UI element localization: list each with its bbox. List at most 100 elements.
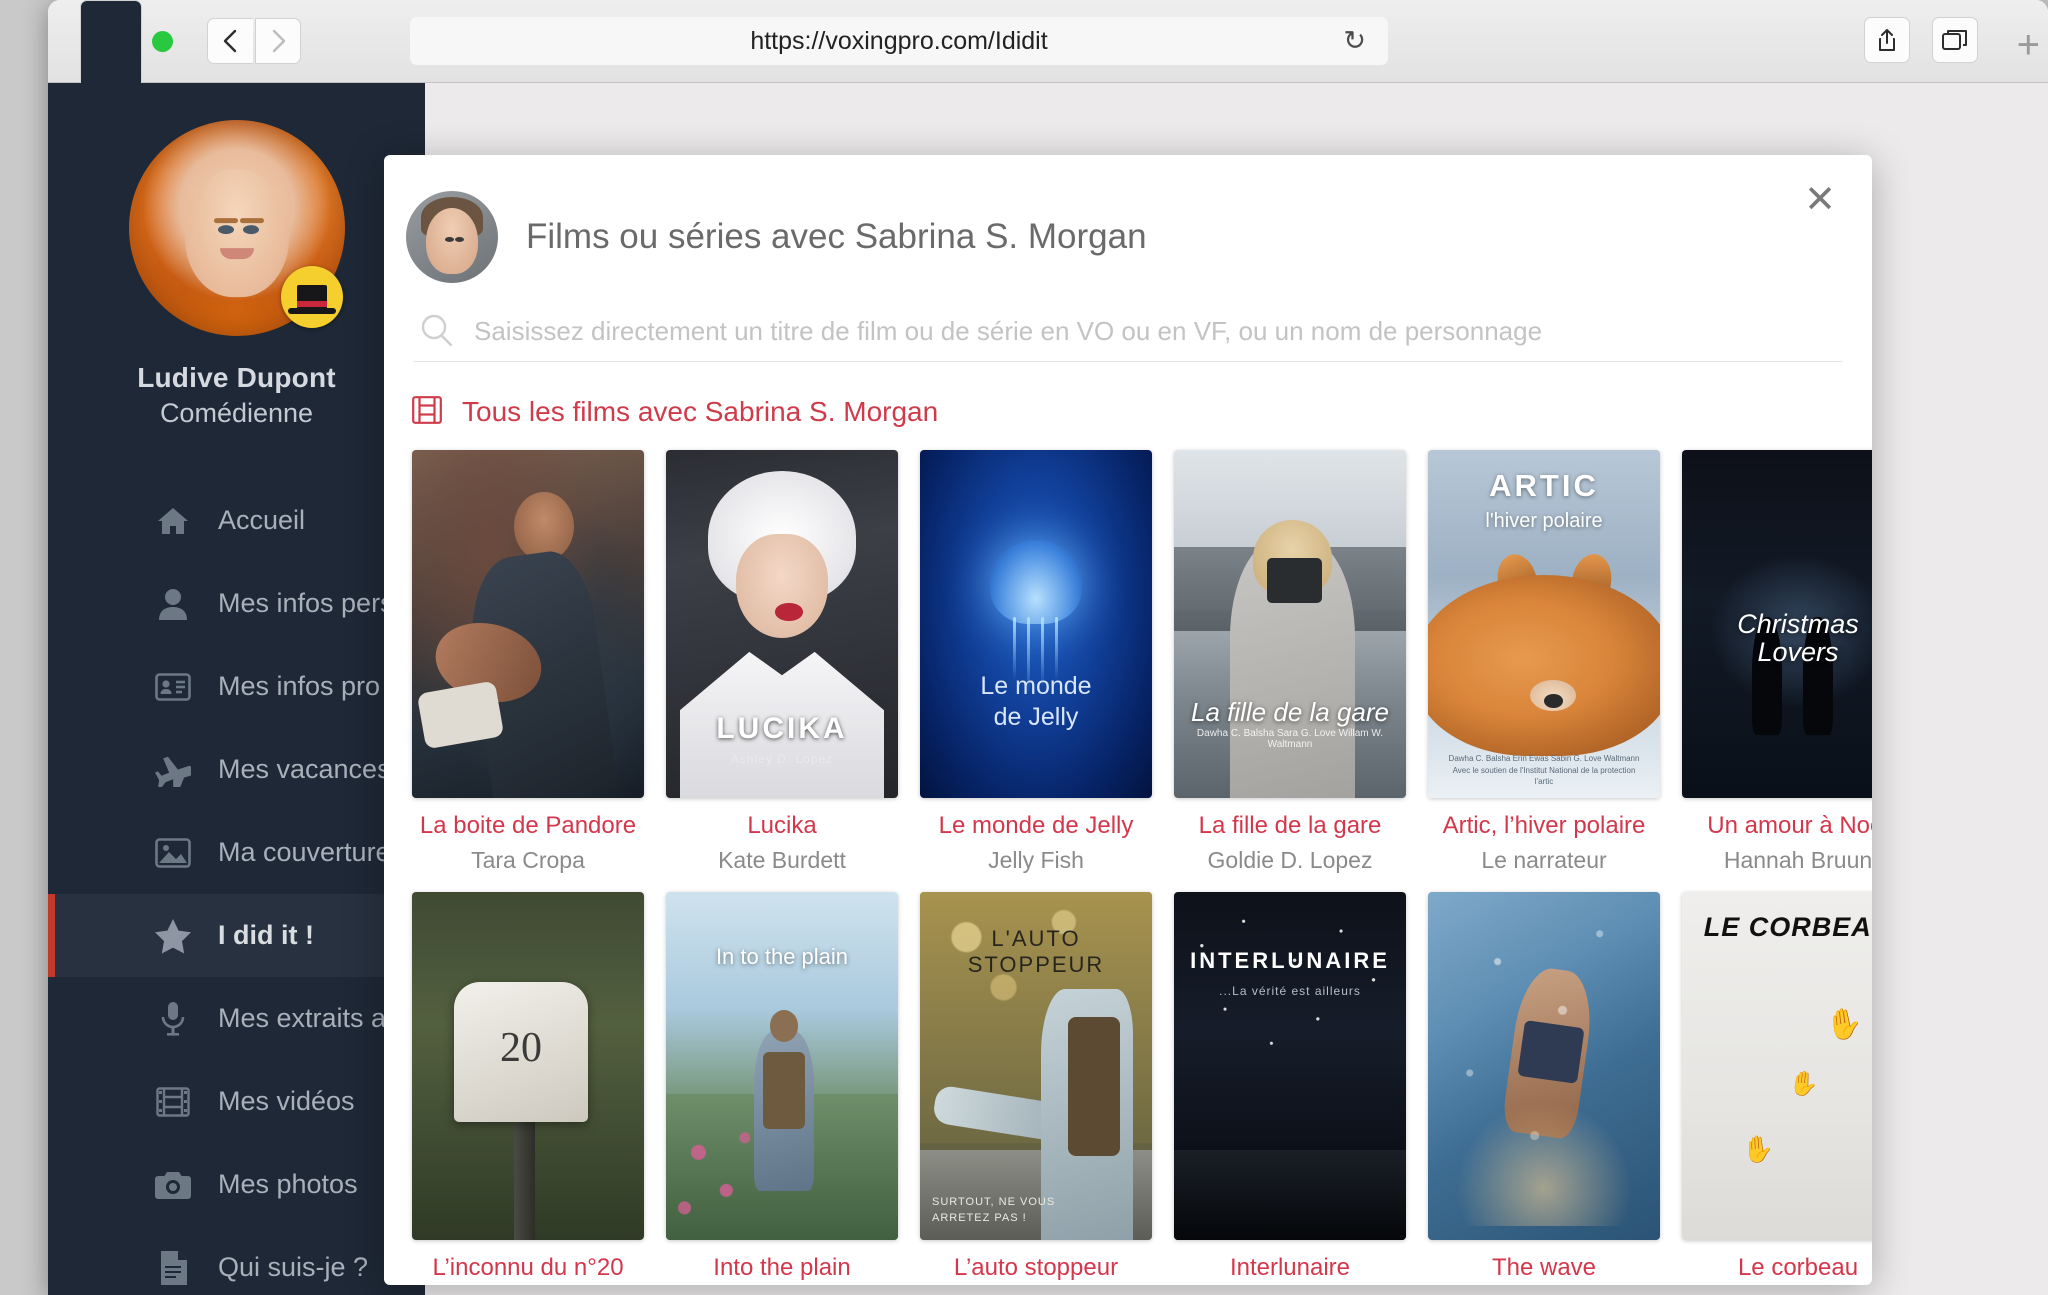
poster-art xyxy=(1428,575,1660,757)
avatar-face xyxy=(184,169,289,298)
search-icon xyxy=(420,313,456,349)
sidebar-item-mes-infos-pro[interactable]: Mes infos pro xyxy=(48,645,425,728)
film-poster[interactable] xyxy=(412,450,644,798)
film-card[interactable]: La boite de Pandore Tara Cropa xyxy=(412,450,644,874)
film-title: Le corbeau xyxy=(1737,1254,1859,1281)
poster-art xyxy=(1174,1149,1406,1240)
profile-role: Comédienne xyxy=(159,398,314,428)
person-avatar xyxy=(406,191,498,283)
avatar-brow-right xyxy=(239,217,264,223)
forward-button[interactable] xyxy=(255,18,301,64)
modal-header: Films ou séries avec Sabrina S. Morgan xyxy=(384,155,1872,283)
film-poster[interactable]: L'AUTO STOPPEUR SURTOUT, NE VOUS ARRETEZ… xyxy=(920,892,1152,1240)
poster-overlay-subtitle: l'hiver polaire xyxy=(1485,510,1603,532)
show-tabs-icon xyxy=(1942,30,1967,50)
film-role: Jelly Fish xyxy=(988,847,1084,873)
film-poster[interactable]: LUCIKA Ashley D. Lopez xyxy=(666,450,898,798)
sidebar-item-accueil[interactable]: Accueil xyxy=(48,479,425,562)
profile-avatar-wrap xyxy=(128,120,345,336)
back-button[interactable] xyxy=(207,18,253,64)
camera-icon xyxy=(152,1164,194,1206)
search-input[interactable] xyxy=(474,315,1842,347)
film-title: Lucika xyxy=(747,812,817,839)
poster-art: 20 xyxy=(453,982,589,1122)
section-title: Tous les films avec Sabrina S. Morgan xyxy=(462,396,939,427)
sidebar-item-ma-couverture[interactable]: Ma couverture xyxy=(48,811,425,894)
crow-icon: ✋ xyxy=(1787,1069,1820,1100)
film-card[interactable]: The wave Savannah Blaxland xyxy=(1428,892,1660,1285)
sidebar-item-mes-extraits-audio[interactable]: Mes extraits audio xyxy=(48,977,437,1060)
poster-overlay-title: LE CORBEAU xyxy=(1703,912,1872,942)
avatar-eye-left xyxy=(444,236,454,242)
film-poster[interactable] xyxy=(1428,892,1660,1240)
film-poster[interactable]: LE CORBEAU ✋ ✋ ✋ xyxy=(1682,892,1872,1240)
film-card[interactable]: In to the plain Into the plain Elle même xyxy=(666,892,898,1285)
poster-art xyxy=(770,1010,799,1042)
film-card[interactable]: Le monde de Jelly Le monde de Jelly Jell… xyxy=(920,450,1152,874)
film-card[interactable]: LE CORBEAU ✋ ✋ ✋ Le corbeau Eden Dibbs xyxy=(1682,892,1872,1285)
chevron-left-icon xyxy=(223,29,236,53)
film-poster[interactable]: Christmas Lovers xyxy=(1682,450,1872,798)
user-icon xyxy=(152,583,194,625)
sidebar-item-mes-infos-perso[interactable]: Mes infos perso xyxy=(48,562,425,645)
address-bar[interactable]: https://voxingpro.com/Ididit ↻ xyxy=(410,17,1388,65)
image-icon xyxy=(152,832,194,874)
film-role: Tara Cropa xyxy=(471,847,585,873)
film-poster[interactable]: La fille de la gare Dawha C. Balsha Sara… xyxy=(1174,450,1406,798)
sidebar-item-mes-vacances[interactable]: Mes vacances NEW xyxy=(48,728,485,811)
film-role: Hannah Bruun xyxy=(1723,847,1872,873)
film-poster[interactable]: Le monde de Jelly xyxy=(920,450,1152,798)
star-icon xyxy=(152,915,194,957)
poster-overlay-title: La fille de la gare xyxy=(1190,697,1390,727)
films-grid: La boite de Pandore Tara Cropa LUCIKA As… xyxy=(412,450,1872,1285)
poster-art xyxy=(735,533,829,638)
sidebar-item-mes-videos[interactable]: Mes vidéos xyxy=(48,1060,425,1143)
film-card[interactable]: LUCIKA Ashley D. Lopez Lucika Kate Burde… xyxy=(666,450,898,874)
share-button[interactable] xyxy=(1864,17,1910,63)
film-card[interactable]: Christmas Lovers Un amour à Noël Hannah … xyxy=(1682,450,1872,874)
poster-art xyxy=(1455,1100,1633,1227)
reload-icon[interactable]: ↻ xyxy=(1343,27,1366,55)
maximize-window-button[interactable] xyxy=(152,30,173,52)
sidebar-item-label: Qui suis-je ? xyxy=(218,1252,369,1282)
film-card[interactable]: L'AUTO STOPPEUR SURTOUT, NE VOUS ARRETEZ… xyxy=(920,892,1152,1285)
show-tabs-button[interactable] xyxy=(1932,17,1978,63)
film-poster[interactable]: ARTIC l'hiver polaire Dawha C. Balsha Er… xyxy=(1428,450,1660,798)
toolbar-right-buttons xyxy=(1864,17,1978,63)
film-card[interactable]: 20 L’inconnu du n°20 Cailyn Gordon xyxy=(412,892,644,1285)
film-card[interactable]: INTERLUNAIRE ...La vérité est ailleurs I… xyxy=(1174,892,1406,1285)
avatar-eye-right xyxy=(242,225,259,235)
film-title: Le monde de Jelly xyxy=(938,812,1134,839)
new-tab-button[interactable]: + xyxy=(2017,25,2040,65)
close-icon[interactable]: ✕ xyxy=(1804,181,1836,219)
sidebar-item-mes-photos[interactable]: Mes photos xyxy=(48,1143,425,1226)
sidebar-item-label: Mes infos pro xyxy=(218,671,381,701)
poster-art xyxy=(514,1100,535,1240)
film-poster[interactable]: INTERLUNAIRE ...La vérité est ailleurs xyxy=(1174,892,1406,1240)
sidebar-item-label: Accueil xyxy=(218,505,306,535)
film-poster[interactable]: 20 xyxy=(412,892,644,1240)
film-poster[interactable]: In to the plain xyxy=(666,892,898,1240)
app-sidebar: Ludive Dupont Comédienne Accueil Mes inf… xyxy=(48,83,485,1295)
sidebar-item-qui-suis-je[interactable]: Qui suis-je ? xyxy=(48,1226,425,1295)
crow-icon: ✋ xyxy=(1823,1005,1866,1044)
sidebar-item-i-did-it[interactable]: I did it ! xyxy=(48,894,425,977)
poster-overlay-title: 20 xyxy=(500,1025,543,1072)
poster-art xyxy=(1174,892,1406,1136)
film-title: The wave xyxy=(1491,1254,1597,1281)
film-card[interactable]: La fille de la gare Dawha C. Balsha Sara… xyxy=(1174,450,1406,874)
search-row xyxy=(414,313,1842,362)
id-card-icon xyxy=(152,666,194,708)
page-content: Ludive Dupont Comédienne Accueil Mes inf… xyxy=(48,83,2048,1295)
poster-art xyxy=(514,491,575,562)
sidebar-item-label: Mes infos perso xyxy=(218,588,409,618)
profile-name: Ludive Dupont xyxy=(137,362,336,393)
sidebar-item-label: Mes vidéos xyxy=(218,1086,355,1116)
film-title: La boite de Pandore xyxy=(419,812,637,839)
home-icon xyxy=(152,500,194,542)
poster-art xyxy=(775,603,803,621)
sidebar-item-label: I did it ! xyxy=(218,920,314,950)
sidebar-item-label: Mes vacances xyxy=(218,754,391,784)
film-card[interactable]: ARTIC l'hiver polaire Dawha C. Balsha Er… xyxy=(1428,450,1660,874)
browser-window: https://voxingpro.com/Ididit ↻ + Ludive … xyxy=(48,0,2048,1295)
